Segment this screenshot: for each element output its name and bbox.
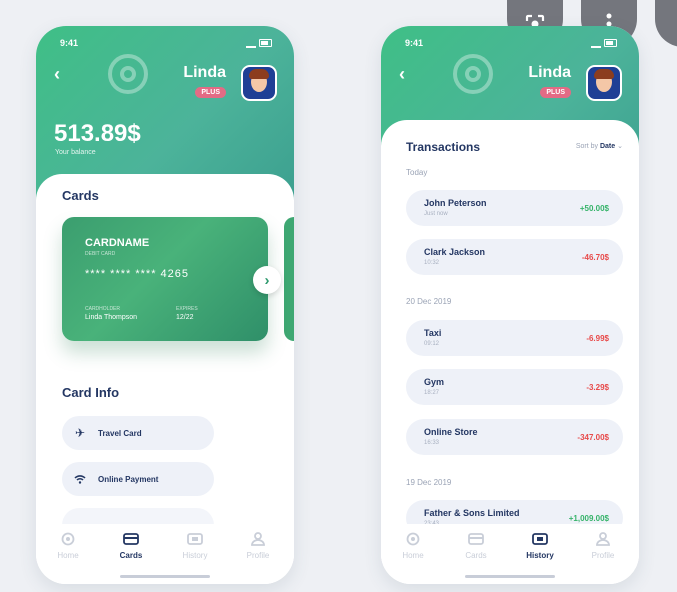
avatar[interactable] [241,65,277,101]
signal-icon [591,39,601,48]
transactions-title: Transactions [406,140,481,154]
signal-icon [246,39,256,48]
card-name: CARDNAME [85,237,150,249]
info-item-online-payment[interactable]: Online Payment [62,462,214,496]
cards-icon [468,533,484,545]
transaction-row[interactable]: John Peterson Just now +50.00$ [406,190,623,226]
profile-icon [251,532,265,546]
status-time: 9:41 [405,38,424,48]
tab-profile[interactable]: Profile [233,532,283,560]
chevron-down-icon: ⌄ [617,143,623,150]
tab-history[interactable]: History [170,532,220,560]
date-group-label: 19 Dec 2019 [406,478,452,487]
battery-icon [259,39,272,47]
phone-cards-screen: 9:41 ‹ Linda PLUS 513.89$ Your balance C… [36,26,294,584]
card-expiry: 12/22 [176,314,194,321]
cardholder-name: Linda Thompson [85,314,138,321]
plus-badge: PLUS [540,87,571,98]
info-item-travel-card[interactable]: ✈ Travel Card [62,416,214,450]
status-bar: 9:41 [60,38,272,48]
cards-title: Cards [62,188,99,203]
tab-home[interactable]: Home [388,532,438,560]
back-icon[interactable]: ‹ [54,65,60,83]
transaction-row[interactable]: Clark Jackson 10:32 -46.70$ [406,239,623,275]
plus-badge: PLUS [195,87,226,98]
home-indicator [465,575,555,578]
tab-history[interactable]: History [515,532,565,560]
tab-cards[interactable]: Cards [106,532,156,560]
date-group-label: Today [406,168,428,177]
history-icon [187,533,203,545]
status-time: 9:41 [60,38,79,48]
tab-bar: Home Cards History Profile [381,524,639,584]
wifi-icon [73,472,87,486]
user-name: Linda [528,64,571,81]
status-bar: 9:41 [405,38,617,48]
home-icon [406,532,420,546]
battery-icon [604,39,617,47]
tab-home[interactable]: Home [43,532,93,560]
tab-profile[interactable]: Profile [578,532,628,560]
card-info-title: Card Info [62,385,120,400]
transaction-row[interactable]: Online Store 16:33 -347.00$ [406,419,623,455]
next-card-peek[interactable] [284,217,294,341]
history-icon [532,533,548,545]
home-indicator [120,575,210,578]
expires-label: EXPIRES [176,306,198,312]
cards-icon [123,533,139,545]
chevron-right-icon[interactable]: › [253,266,281,294]
avatar[interactable] [586,65,622,101]
balance-label: Your balance [55,149,96,156]
debit-card[interactable]: CARDNAME DEBIT CARD **** **** **** 4265 … [62,217,268,341]
card-type: DEBIT CARD [85,251,116,257]
overlay-extra-button[interactable] [655,0,677,47]
brand-logo [453,54,493,94]
balance-amount: 513.89$ [54,120,141,147]
tab-cards[interactable]: Cards [451,532,501,560]
user-name: Linda [183,64,226,81]
sort-control[interactable]: Sort by Date ⌄ [576,142,623,150]
back-icon[interactable]: ‹ [399,65,405,83]
airplane-icon: ✈ [74,426,86,440]
transaction-row[interactable]: Gym 18:27 -3.29$ [406,369,623,405]
tab-bar: Home Cards History Profile [36,524,294,584]
home-icon [61,532,75,546]
profile-icon [596,532,610,546]
card-number: **** **** **** 4265 [85,268,190,280]
cardholder-label: CARDHOLDER [85,306,121,312]
phone-history-screen: 9:41 ‹ Linda PLUS Transactions Sort by D… [381,26,639,584]
transaction-row[interactable]: Taxi 09:12 -6.99$ [406,320,623,356]
brand-logo [108,54,148,94]
date-group-label: 20 Dec 2019 [406,297,452,306]
